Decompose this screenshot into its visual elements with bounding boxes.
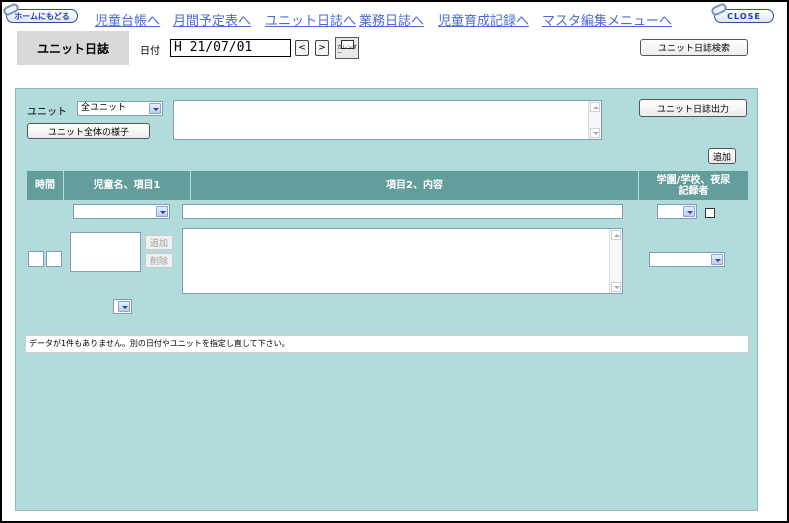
header-school-bedwetting-recorder: 学園/学校、夜尿 記録者 [656,174,731,197]
calendar-label: カレンダー [337,45,358,57]
table-header: 時間 児童名、項目1 項目2、内容 学園/学校、夜尿 記録者 [27,171,748,200]
unit-select[interactable]: 全ユニット [77,101,163,116]
unit-select-value: 全ユニット [81,103,127,113]
recorder-select[interactable] [649,252,725,267]
unit-journal-search-button[interactable]: ユニット日誌検索 [640,39,748,56]
chevron-down-icon [149,103,161,114]
no-data-message: データが1件もありません。別の日付やユニットを指定し直して下さい。 [25,335,749,353]
scrollbar[interactable] [609,229,622,293]
nav-link-child-register[interactable]: 児童台帳へ [95,10,160,29]
unit-notes-textarea[interactable] [173,100,602,140]
header-time: 時間 [27,171,64,200]
home-button[interactable]: ホームにもどる [1,2,78,23]
unit-journal-output-button[interactable]: ユニット日誌出力 [639,99,747,117]
prev-date-button[interactable]: < [295,40,309,56]
chevron-down-icon [118,301,130,312]
nav-link-work-journal[interactable]: 業務日誌へ [359,10,424,29]
child-name-select[interactable] [73,204,170,219]
chevron-down-icon [711,254,723,265]
item2-input[interactable] [182,204,623,219]
home-button-label: ホームにもどる [14,11,70,21]
time-hour-input[interactable] [28,251,44,267]
close-button[interactable]: CLOSE [709,2,774,23]
header-item2-content: 項目2、内容 [191,171,639,200]
close-button-label: CLOSE [727,11,761,21]
chevron-down-icon [683,206,695,217]
chevron-down-icon [156,206,168,217]
scroll-up-icon[interactable] [590,102,600,112]
nav-link-unit-journal[interactable]: ユニット日誌へ [265,10,356,29]
nav-link-master-edit-menu[interactable]: マスタ編集メニューへ [542,10,672,29]
unit-overall-button[interactable]: ユニット全体の様子 [27,123,150,139]
scrollbar[interactable] [588,101,601,139]
window-frame: ホームにもどる 児童台帳へ 月間予定表へ ユニット日誌へ 業務日誌へ 児童育成記… [0,0,789,523]
calendar-button[interactable]: カレンダー [335,37,359,59]
content-textarea[interactable] [182,228,623,294]
date-input[interactable]: H 21/07/01 [170,39,291,57]
paperclip-icon [709,2,729,17]
nav-link-child-development[interactable]: 児童育成記録へ [438,10,529,29]
child-list-box[interactable] [70,232,141,272]
next-date-button[interactable]: > [315,40,329,56]
header-child-name-item1: 児童名、項目1 [64,171,191,200]
row-add-button[interactable]: 追加 [145,235,173,250]
school-select[interactable] [657,204,697,219]
date-label: 日付 [140,46,160,57]
add-row-button[interactable]: 追加 [708,148,736,164]
row-delete-button[interactable]: 削除 [145,253,173,268]
scroll-down-icon[interactable] [590,128,600,138]
bedwetting-checkbox[interactable] [705,208,715,218]
item-select[interactable] [113,299,132,314]
main-panel: ユニット 全ユニット ユニット全体の様子 ユニット日誌出力 追加 時間 児童名、… [15,88,758,511]
page-title: ユニット日誌 [17,31,129,65]
time-minute-input[interactable] [46,251,62,267]
nav-link-monthly-schedule[interactable]: 月間予定表へ [173,10,251,29]
scroll-down-icon[interactable] [611,282,621,292]
unit-label: ユニット [27,107,67,118]
scroll-up-icon[interactable] [611,230,621,240]
